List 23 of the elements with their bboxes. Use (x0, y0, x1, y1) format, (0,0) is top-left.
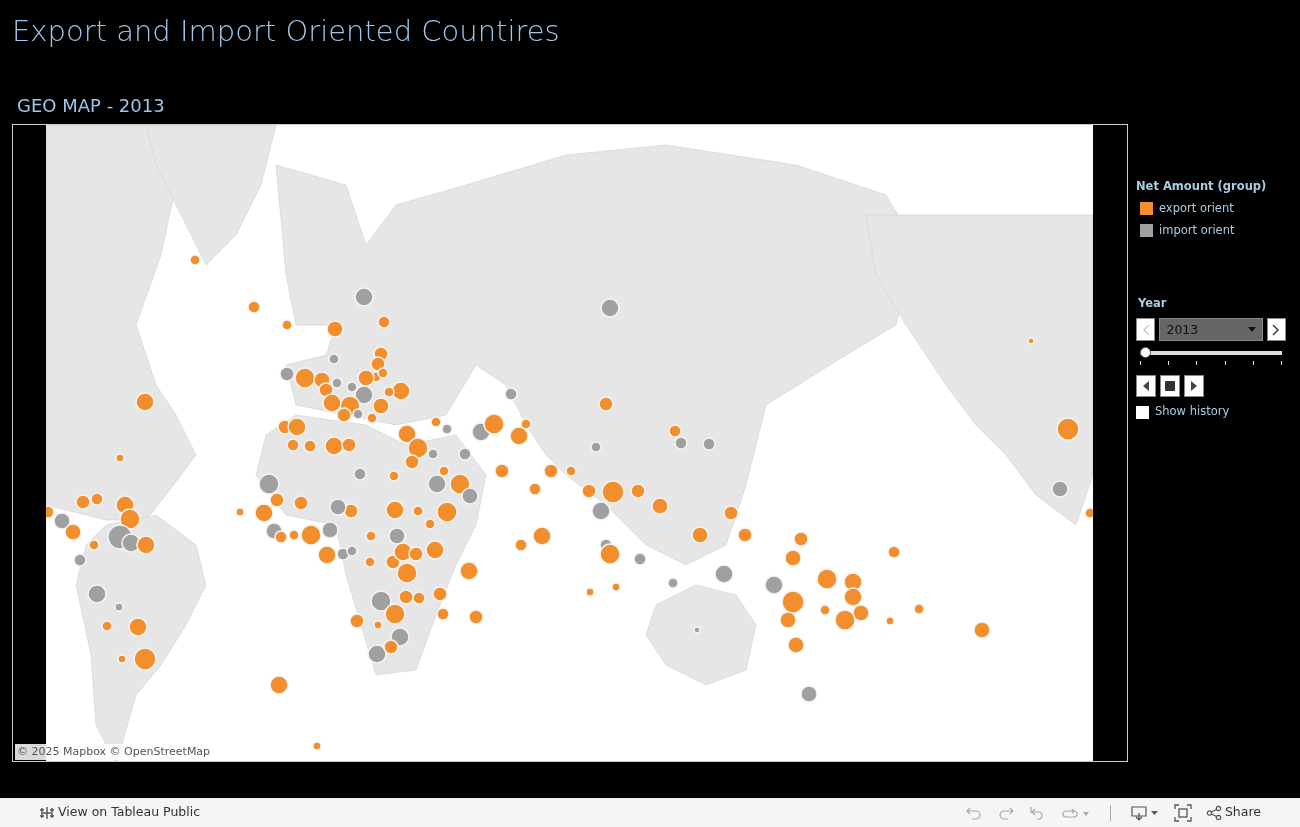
dashboard-title: Export and Import Oriented Countires (12, 14, 561, 49)
stop-icon (1165, 381, 1175, 392)
checkbox[interactable] (1136, 405, 1149, 419)
map-title: GEO MAP - 2013 (17, 94, 166, 117)
map-attribution: © 2025 Mapbox © OpenStreetMap (15, 743, 213, 761)
next-button[interactable] (1266, 318, 1286, 342)
play-backward-button[interactable] (1136, 375, 1156, 398)
legend-label: export orient (1159, 199, 1234, 217)
view-link[interactable]: View on Tableau Public (32, 803, 208, 822)
play-forward-button[interactable] (1184, 375, 1204, 398)
caret-icon (1247, 327, 1256, 333)
legend-title: Net Amount (group) (1136, 178, 1268, 196)
share-icon (1205, 804, 1222, 821)
slider-thumb[interactable] (1140, 347, 1151, 359)
stop-button[interactable] (1160, 375, 1180, 398)
chevron-right-icon (1272, 323, 1281, 336)
filter-title: Year (1138, 295, 1168, 313)
chevron-left-icon (1141, 323, 1150, 336)
triangle-right-icon (1190, 381, 1198, 392)
legend-label: import orient (1159, 221, 1235, 239)
checkbox-label: Show history (1155, 403, 1230, 421)
share-button[interactable]: Share (1198, 803, 1268, 822)
triangle-left-icon (1142, 381, 1150, 392)
